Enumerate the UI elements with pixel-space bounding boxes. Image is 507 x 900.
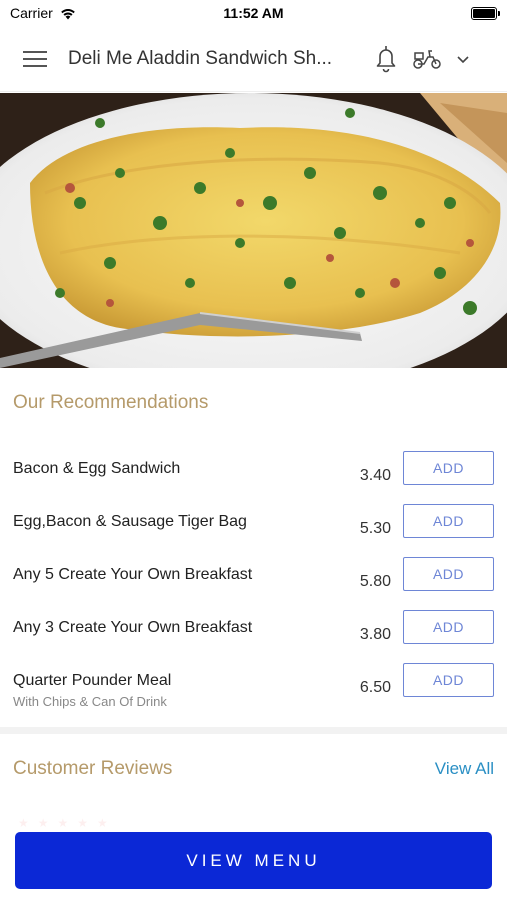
header-icons <box>374 45 470 73</box>
wifi-icon <box>60 8 75 19</box>
omelette-photo <box>0 93 507 368</box>
recommendations-title: Our Recommendations <box>13 392 209 413</box>
status-time: 11:52 AM <box>223 5 284 21</box>
add-button[interactable]: ADD <box>403 451 494 485</box>
add-button[interactable]: ADD <box>403 557 494 591</box>
rec-item-subtitle: With Chips & Can Of Drink <box>13 694 167 709</box>
notifications-button[interactable] <box>374 45 398 73</box>
battery-icon <box>471 6 500 20</box>
app-header: Deli Me Aladdin Sandwich Sh... <box>0 26 507 92</box>
add-button[interactable]: ADD <box>403 504 494 538</box>
hamburger-menu-icon <box>23 50 47 67</box>
rec-item-price: 6.50 <box>359 679 391 696</box>
rec-item-name: Any 3 Create Your Own Breakfast <box>13 619 253 636</box>
app-title: Deli Me Aladdin Sandwich Sh... <box>68 47 333 69</box>
rec-item-price: 5.80 <box>359 573 391 590</box>
rec-item-price: 3.40 <box>359 467 391 484</box>
rec-item-price: 5.30 <box>359 520 391 537</box>
reviews-title: Customer Reviews <box>13 758 173 779</box>
add-button[interactable]: ADD <box>403 610 494 644</box>
rec-item-name: Bacon & Egg Sandwich <box>13 460 181 477</box>
status-right <box>337 6 500 20</box>
hamburger-menu-button[interactable] <box>22 46 48 72</box>
carrier-label: Carrier <box>10 5 53 21</box>
status-left: Carrier <box>10 5 170 21</box>
status-bar: Carrier 11:52 AM <box>0 0 507 26</box>
bottom-bar: VIEW MENU <box>0 818 507 900</box>
section-divider <box>0 727 507 734</box>
rec-item-name: Quarter Pounder Meal <box>13 672 172 689</box>
chevron-down-icon <box>457 55 469 63</box>
rec-item-name: Any 5 Create Your Own Breakfast <box>13 566 253 583</box>
view-all-link[interactable]: View All <box>435 759 494 779</box>
delivery-mode-button[interactable] <box>412 48 470 70</box>
scooter-icon <box>413 49 441 69</box>
rec-item-name: Egg,Bacon & Sausage Tiger Bag <box>13 513 247 530</box>
bell-icon <box>376 45 396 72</box>
rec-item[interactable]: Quarter Pounder Meal With Chips & Can Of… <box>13 663 494 725</box>
rec-item-price: 3.80 <box>359 626 391 643</box>
hero-image <box>0 93 507 368</box>
view-menu-button[interactable]: VIEW MENU <box>15 832 492 889</box>
add-button[interactable]: ADD <box>403 663 494 697</box>
